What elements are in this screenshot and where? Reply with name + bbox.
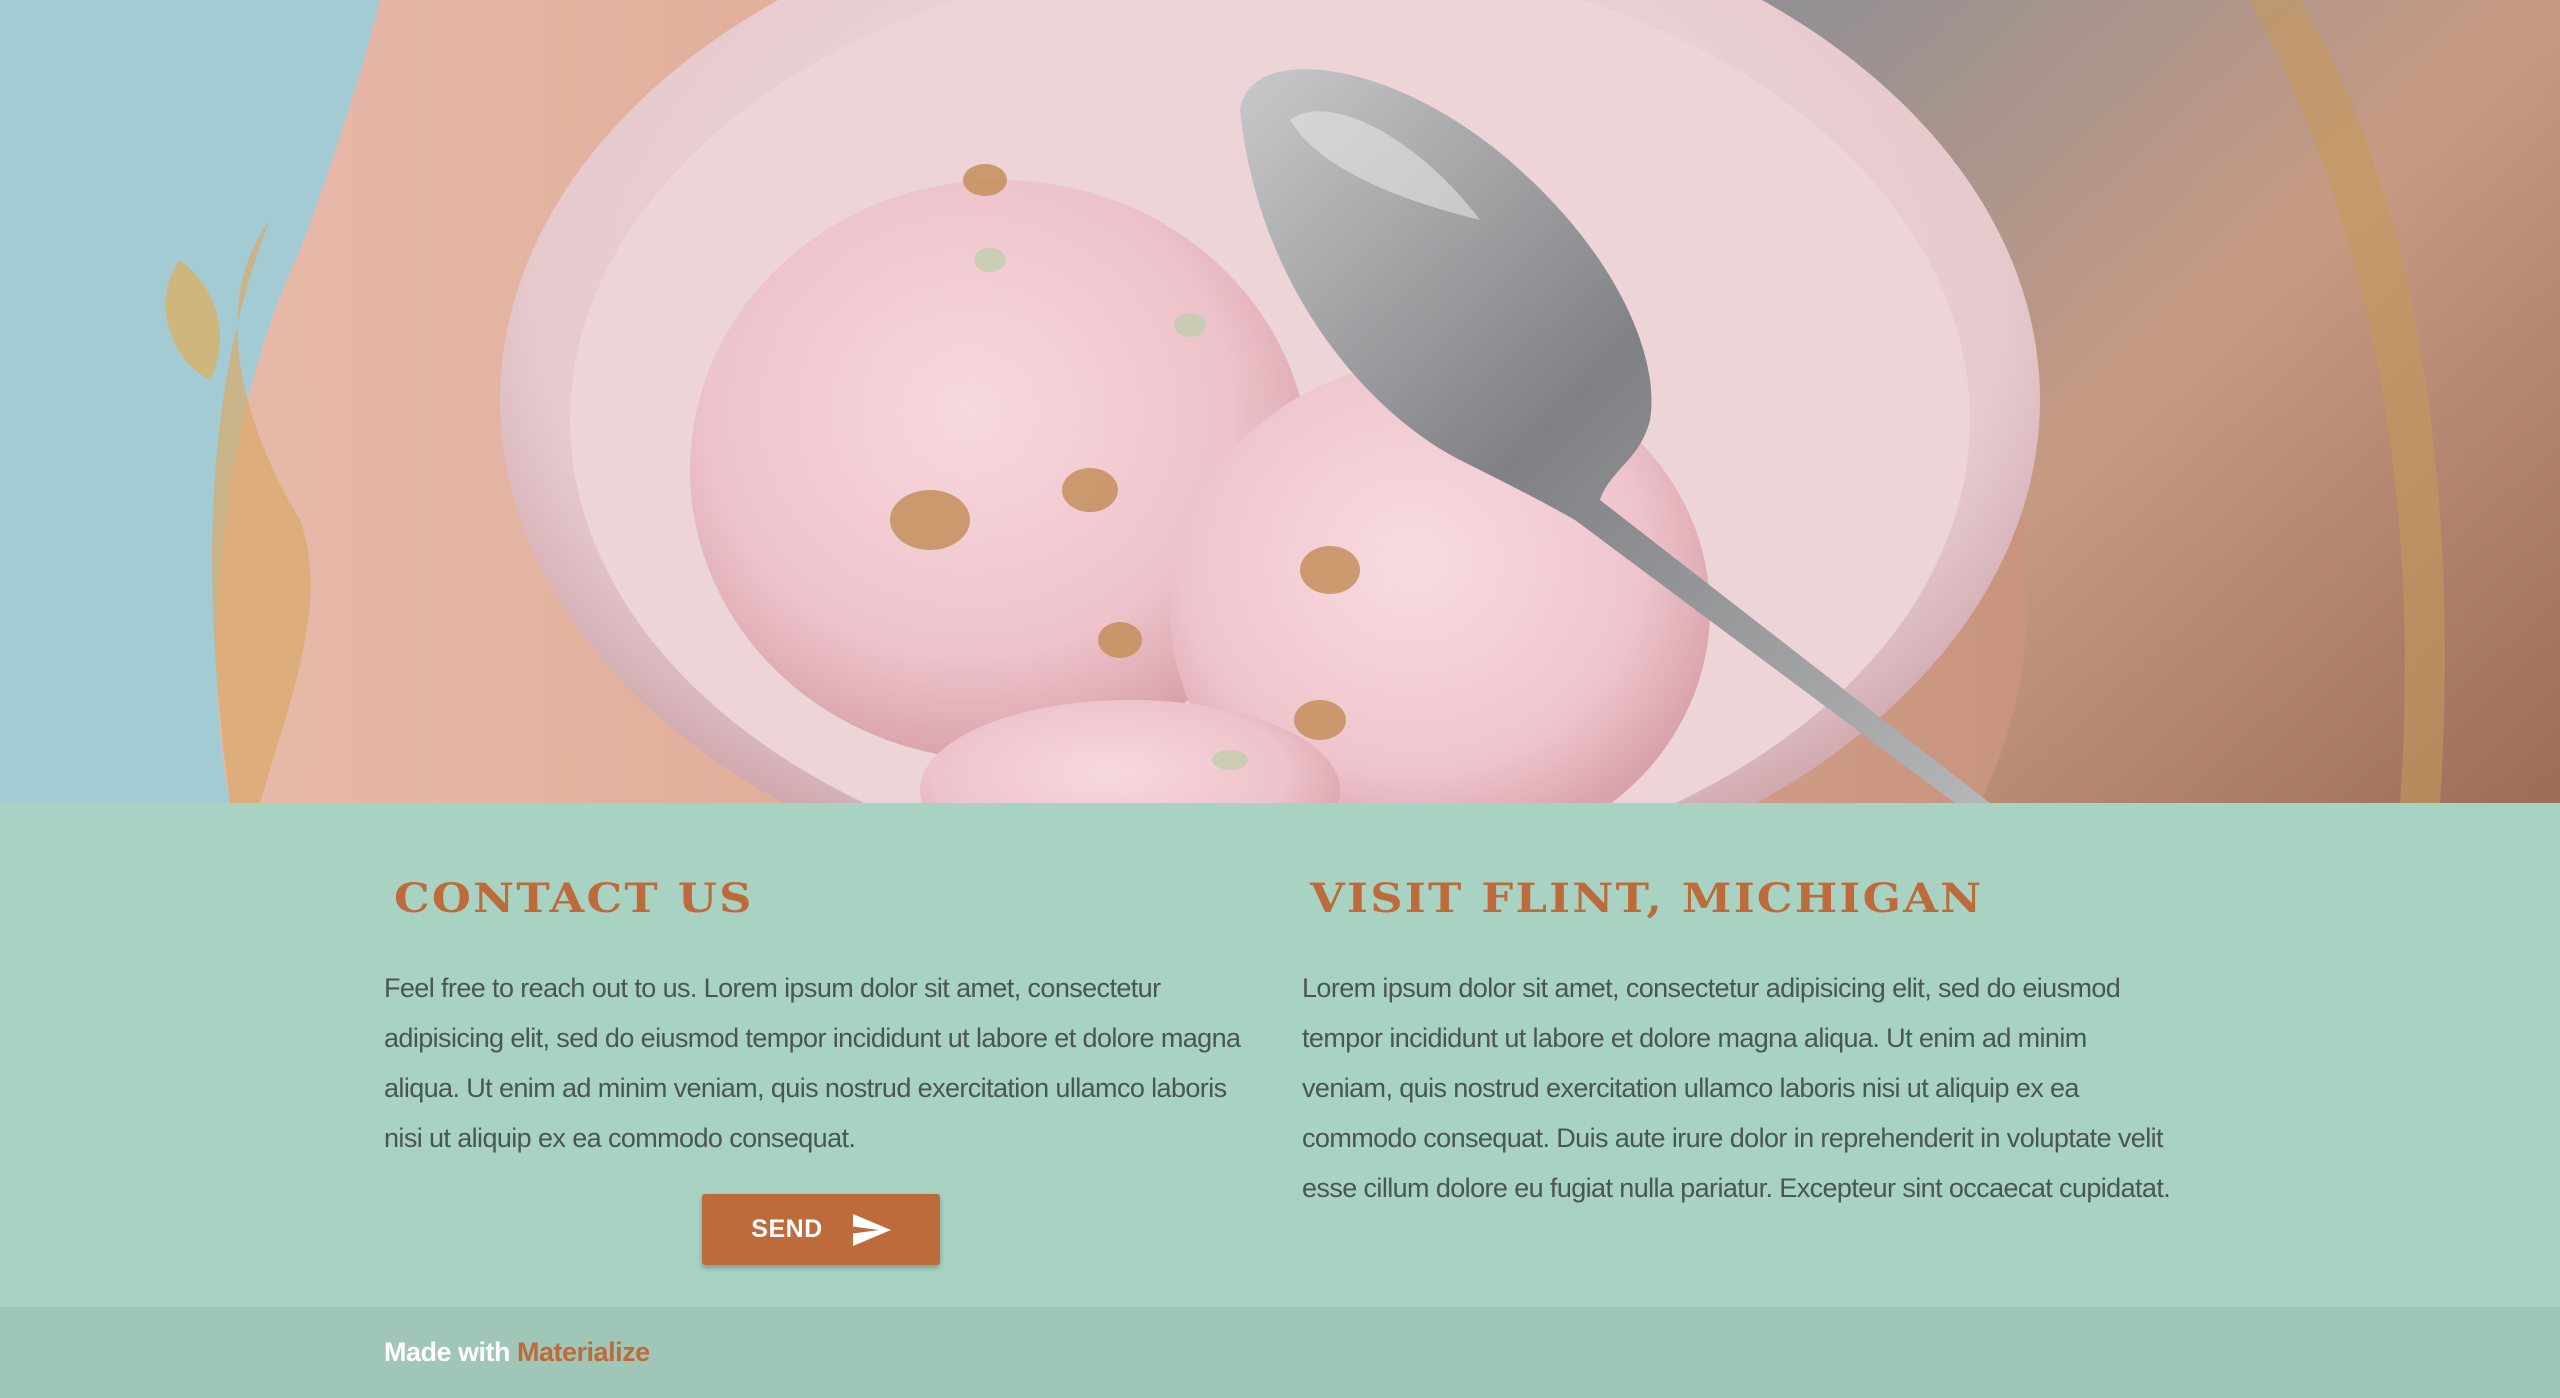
send-button[interactable]: SEND xyxy=(702,1194,940,1265)
hero-image xyxy=(0,0,2560,803)
send-icon xyxy=(852,1213,891,1246)
materialize-link[interactable]: Materialize xyxy=(517,1337,650,1367)
made-with-text: Made with xyxy=(384,1337,511,1367)
contact-section: CONTACT US Feel free to reach out to us.… xyxy=(0,803,2560,1307)
contact-text: Feel free to reach out to us. Lorem ipsu… xyxy=(384,973,1241,1153)
page: CONTACT US Feel free to reach out to us.… xyxy=(0,0,2560,1398)
ice-cream-photo xyxy=(0,0,2560,803)
footer-credit: Made with Materialize xyxy=(384,1337,650,1368)
visit-text: Lorem ipsum dolor sit amet, consectetur … xyxy=(1302,973,2171,1203)
visit-title: VISIT FLINT, MICHIGAN xyxy=(1310,875,1984,922)
contact-title: CONTACT US xyxy=(394,875,754,922)
send-button-label: SEND xyxy=(751,1215,823,1243)
footer: Made with Materialize xyxy=(0,1307,2560,1398)
